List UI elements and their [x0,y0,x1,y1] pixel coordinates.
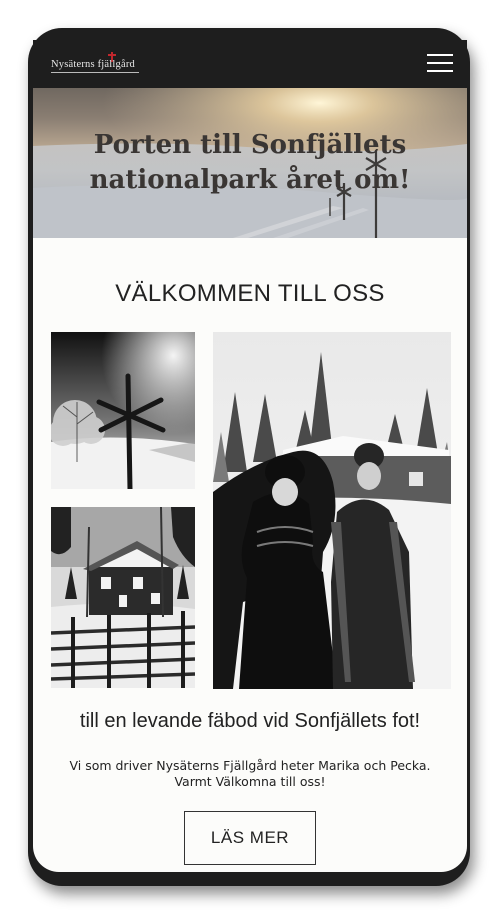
hamburger-menu-icon[interactable] [427,53,455,75]
logo-text: Nysäterns fjällgård [51,59,135,70]
hero-title: Porten till Sonfjällets nationalpark åre… [33,128,467,198]
tagline: till en levande fäbod vid Sonfjällets fo… [79,710,421,732]
cabin-photo [51,507,195,688]
hosts-with-horse-photo [213,332,451,689]
intro-text: Vi som driver Nysäterns Fjällgård heter … [69,758,431,789]
logo-underline [51,72,139,73]
hero-title-line-2: nationalpark året om! [89,165,411,195]
read-more-button[interactable]: LÄS MER [184,811,316,865]
site-logo[interactable]: Nysäterns fjällgård [51,52,139,76]
site-header: Nysäterns fjällgård [33,40,467,88]
trail-cross-photo [51,332,195,489]
hero-title-line-1: Porten till Sonfjällets [93,130,407,160]
welcome-heading: VÄLKOMMEN TILL OSS [115,280,385,307]
screen: Nysäterns fjällgård Porten till Sonfjäll… [33,40,467,872]
hero-banner: Porten till Sonfjällets nationalpark åre… [33,88,467,238]
